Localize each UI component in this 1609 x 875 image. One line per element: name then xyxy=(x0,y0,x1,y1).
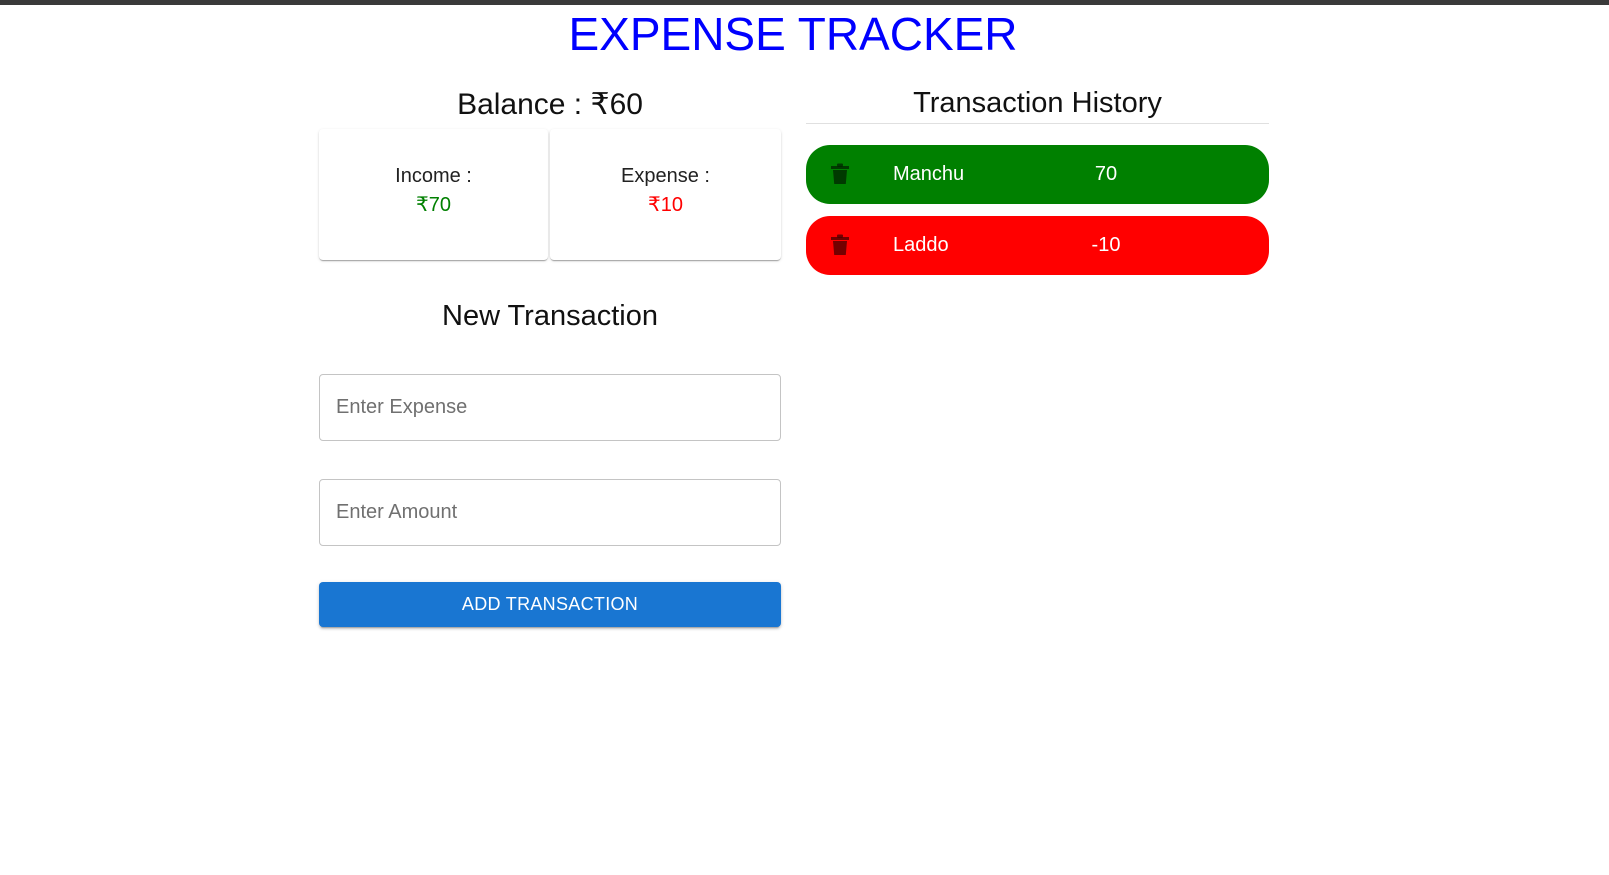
transaction-name: Laddo xyxy=(893,234,949,256)
trash-icon[interactable] xyxy=(830,163,850,185)
expense-input[interactable] xyxy=(320,375,780,440)
expense-field xyxy=(319,374,781,441)
new-transaction-title: New Transaction xyxy=(442,300,658,332)
trash-icon[interactable] xyxy=(830,234,850,256)
amount-field xyxy=(319,479,781,546)
transaction-item: Laddo -10 xyxy=(806,216,1269,275)
transaction-amount: 70 xyxy=(1094,163,1118,185)
expense-label: Expense : xyxy=(621,165,710,187)
transaction-list: Manchu 70 Laddo -10 xyxy=(806,145,1269,287)
transaction-history-title: Transaction History xyxy=(913,87,1162,119)
balance-text: Balance : ₹60 xyxy=(457,88,643,121)
transaction-name: Manchu xyxy=(893,163,965,185)
app-title: EXPENSE TRACKER xyxy=(568,8,1018,60)
amount-input[interactable] xyxy=(320,480,780,545)
add-transaction-button[interactable]: ADD TRANSACTION xyxy=(319,582,781,627)
expense-value: ₹10 xyxy=(648,194,683,216)
income-value: ₹70 xyxy=(416,194,451,216)
expense-card: Expense : ₹10 xyxy=(550,129,781,260)
transaction-amount: -10 xyxy=(1091,234,1121,256)
income-label: Income : xyxy=(395,165,472,187)
window-top-bar xyxy=(0,0,1609,5)
transaction-item: Manchu 70 xyxy=(806,145,1269,204)
income-card: Income : ₹70 xyxy=(319,129,548,260)
history-divider xyxy=(806,123,1269,124)
